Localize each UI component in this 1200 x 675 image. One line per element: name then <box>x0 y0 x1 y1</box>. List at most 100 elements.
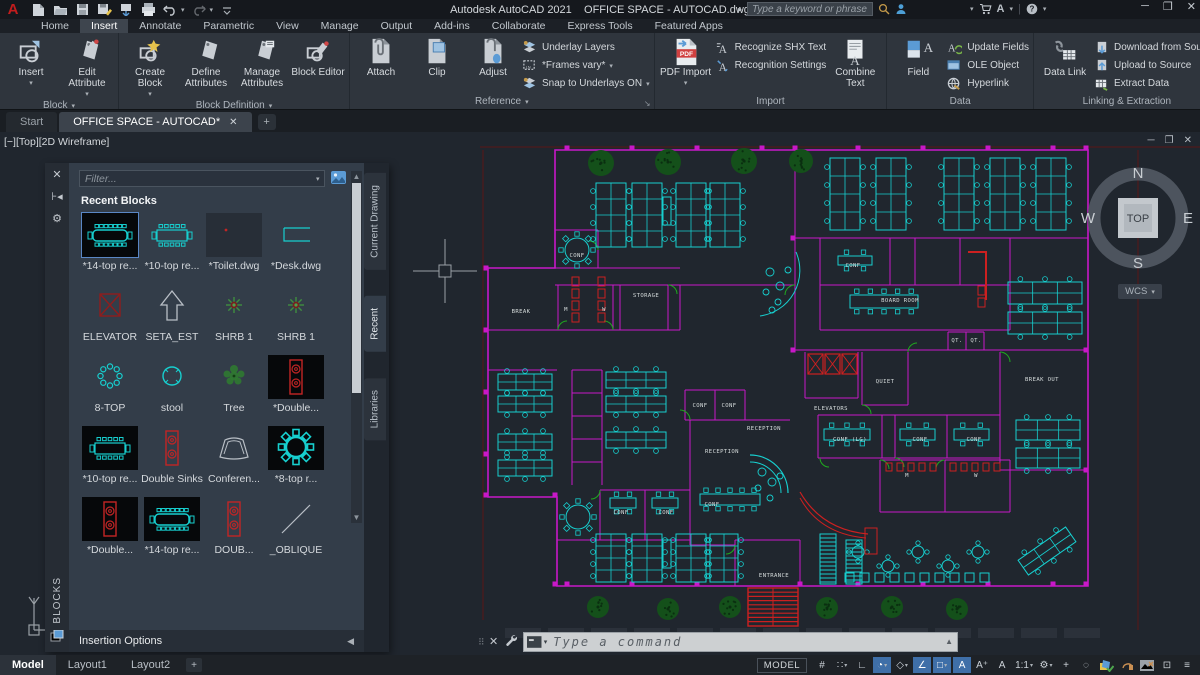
block-thumbnail-shrub[interactable] <box>206 284 262 328</box>
ribbon-button-pdf-import[interactable]: PDF PDF Import ▾ <box>659 36 713 89</box>
ribbon-tab-annotate[interactable]: Annotate <box>128 19 192 33</box>
file-tab-start[interactable]: Start <box>6 112 57 132</box>
ribbon-button-snap-to-underlays-on[interactable]: Snap to Underlays ON ▾ <box>522 76 650 91</box>
insertion-options-collapse-icon[interactable]: ◀ <box>347 636 354 647</box>
block-item[interactable]: *Desk.dwg <box>265 213 327 284</box>
snap-mode-icon[interactable]: ∷ ▾ <box>833 657 851 673</box>
thumbnail-view-icon[interactable] <box>331 171 346 186</box>
ribbon-tab-parametric[interactable]: Parametric <box>192 19 265 33</box>
ribbon-button-upload-to-source[interactable]: Upload to Source <box>1094 58 1200 73</box>
ribbon-tab-output[interactable]: Output <box>370 19 424 33</box>
signin-dropdown-arrow[interactable]: ▾ <box>970 5 974 13</box>
palette-autohide-pin-icon[interactable]: ⊦◂ <box>51 190 62 212</box>
app-store-cart-icon[interactable] <box>979 3 992 15</box>
grid-display-icon[interactable]: # <box>813 657 831 673</box>
signin-user-icon[interactable] <box>895 3 907 15</box>
customization-menu-icon[interactable]: ≡ <box>1178 657 1196 673</box>
plot-icon[interactable] <box>118 2 134 17</box>
blocks-filter-combobox[interactable]: ▾ <box>79 170 325 187</box>
palette-close-icon[interactable]: ✕ <box>52 168 61 190</box>
customize-wrench-icon[interactable] <box>504 633 517 651</box>
annotation-monitor-icon[interactable] <box>1118 657 1136 673</box>
search-icon[interactable] <box>878 3 890 15</box>
ribbon-tab-collaborate[interactable]: Collaborate <box>481 19 557 33</box>
restore-button[interactable]: ❐ <box>1163 0 1173 13</box>
ortho-mode-icon[interactable]: ∟ <box>853 657 871 673</box>
block-thumbnail-dsink[interactable] <box>144 426 200 470</box>
block-item[interactable]: *8-top r... <box>265 426 327 497</box>
block-item[interactable]: DOUB... <box>203 497 265 568</box>
help-dropdown-arrow[interactable]: ▾ <box>1043 5 1047 13</box>
block-thumbnail-dsink[interactable] <box>206 497 262 541</box>
palette-rail-bottom-icon[interactable] <box>50 630 64 652</box>
block-thumbnail-elevator[interactable] <box>82 284 138 328</box>
annotation-scale-icon[interactable]: A <box>993 657 1011 673</box>
palette-scrollbar[interactable]: ▲ ▼ <box>351 171 362 523</box>
viewport-close-icon[interactable]: ✕ <box>1184 135 1192 146</box>
object-snap-tracking-icon[interactable]: ∠ <box>913 657 931 673</box>
save-icon[interactable] <box>74 2 90 17</box>
drawing-canvas[interactable]: STORAGE BREAK M W CONF CONF BOARD ROOM ELEVATOR… <box>0 132 1200 655</box>
clean-screen-icon[interactable]: ⊡ <box>1158 657 1176 673</box>
new-file-icon[interactable] <box>30 2 46 17</box>
ribbon-button-update-fields[interactable]: A Update Fields <box>947 40 1029 55</box>
ribbon-button-data-link[interactable]: Data Link <box>1038 36 1092 78</box>
panel-label[interactable]: Reference ▾ <box>350 94 654 109</box>
polar-tracking-icon[interactable]: ◔ ▾ <box>873 657 891 673</box>
search-expand-arrow[interactable]: ▸ <box>738 5 742 14</box>
command-input[interactable] <box>547 635 945 649</box>
undo-dropdown-arrow[interactable]: ▾ <box>181 6 185 14</box>
ribbon-button-create-block[interactable]: Create Block ▾ <box>123 36 177 100</box>
ribbon-tab-insert[interactable]: Insert <box>80 19 128 33</box>
command-bar-grip[interactable]: ⠿ <box>478 640 487 644</box>
autodesk-app-icon[interactable]: A <box>997 3 1005 15</box>
viewport-controls-label[interactable]: [−][Top][2D Wireframe] <box>4 136 109 148</box>
palette-tab-recent[interactable]: Recent <box>364 296 386 352</box>
layout-tab-layout2[interactable]: Layout2 <box>119 655 182 675</box>
app-dropdown-arrow[interactable]: ▾ <box>1009 5 1013 13</box>
block-item[interactable]: *Double... <box>79 497 141 568</box>
redo-dropdown-arrow[interactable]: ▾ <box>210 6 214 14</box>
ribbon-button-recognition-settings[interactable]: A Recognition Settings <box>715 58 827 73</box>
filter-dropdown-arrow[interactable]: ▾ <box>316 175 320 183</box>
block-thumbnail-table14[interactable] <box>144 497 200 541</box>
blocks-filter-input[interactable] <box>80 173 316 185</box>
block-thumbnail-table10[interactable] <box>82 426 138 470</box>
redo-icon[interactable] <box>191 2 207 17</box>
block-item[interactable]: SHRB 1 <box>203 284 265 355</box>
autocad-logo[interactable]: A <box>0 0 26 19</box>
block-thumbnail-stool[interactable] <box>144 355 200 399</box>
palette-properties-gear-icon[interactable]: ⚙ <box>52 212 62 234</box>
ribbon-button-adjust[interactable]: Adjust <box>466 36 520 78</box>
palette-tab-libraries[interactable]: Libraries <box>364 378 386 440</box>
block-thumbnail-toilet[interactable] <box>206 213 262 257</box>
undo-icon[interactable] <box>162 2 178 17</box>
ribbon-button-download-from-source[interactable]: Download from Source <box>1094 40 1200 55</box>
ribbon-button-*frames-vary*[interactable]: LN *Frames vary* ▾ <box>522 58 650 73</box>
ribbon-button-ole-object[interactable]: OLE Object <box>947 58 1029 73</box>
palette-scrollbar-thumb[interactable] <box>352 183 361 393</box>
block-thumbnail-desk[interactable] <box>268 213 324 257</box>
ribbon-button-recognize-shx-text[interactable]: A Recognize SHX Text <box>715 40 827 55</box>
viewcube[interactable]: TOP N S W E WCS ▾ <box>1080 156 1196 306</box>
object-snap-icon[interactable]: □ ▾ <box>933 657 951 673</box>
help-search-input[interactable] <box>747 2 873 16</box>
layout-tab-model[interactable]: Model <box>0 655 56 675</box>
crosshair-plus-icon[interactable]: + <box>1057 657 1075 673</box>
block-item[interactable]: Conferen... <box>203 426 265 497</box>
viewport-minimize-icon[interactable]: ─ <box>1148 135 1155 146</box>
block-item[interactable]: SHRB 1 <box>265 284 327 355</box>
block-thumbnail-ring8[interactable] <box>82 355 138 399</box>
save-as-icon[interactable] <box>96 2 112 17</box>
layout-tab-layout1[interactable]: Layout1 <box>56 655 119 675</box>
block-thumbnail-arrow[interactable] <box>144 284 200 328</box>
block-thumbnail-confchair[interactable] <box>206 426 262 470</box>
block-thumbnail-oblique[interactable] <box>268 497 324 541</box>
isometric-drafting-icon[interactable]: ◇ ▾ <box>893 657 911 673</box>
command-bar-close-icon[interactable]: ✕ <box>489 635 498 648</box>
annotation-visibility-icon[interactable]: A <box>953 657 971 673</box>
close-button[interactable]: ✕ <box>1187 0 1196 13</box>
customize-qat-icon[interactable] <box>219 2 235 17</box>
file-tab-document[interactable]: OFFICE SPACE - AUTOCAD* ✕ <box>59 112 251 132</box>
block-item[interactable]: *10-top re... <box>79 426 141 497</box>
